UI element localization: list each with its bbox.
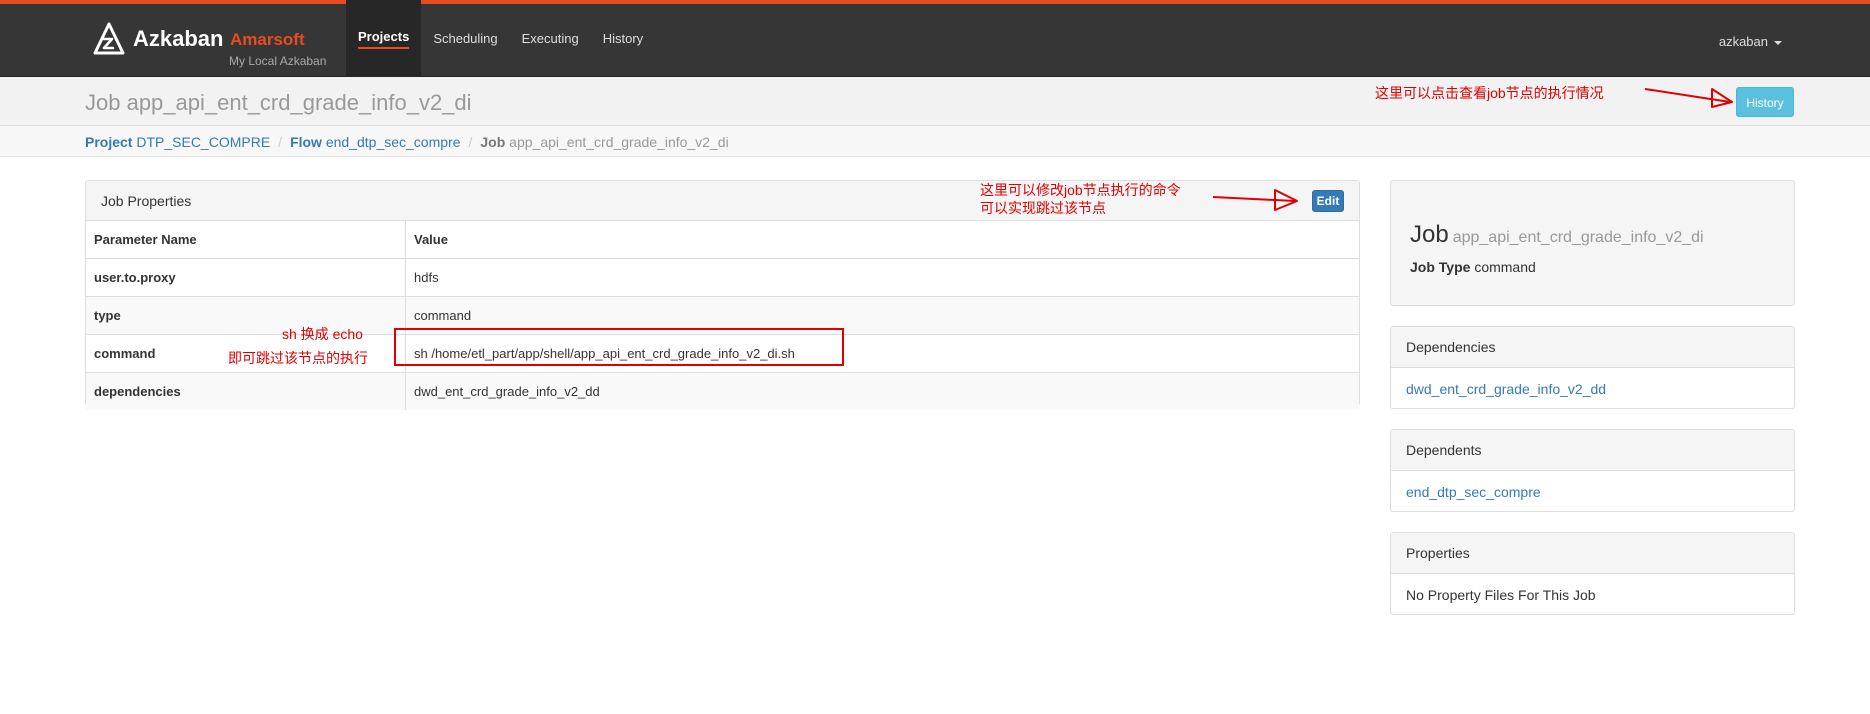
breadcrumb-bar: Project DTP_SEC_COMPRE / Flow end_dtp_sec_… <box>0 126 1870 157</box>
user-name: azkaban <box>1718 34 1768 49</box>
edit-annotation-line1: 这里可以修改job节点执行的命令 <box>980 182 1181 198</box>
nav-history-label: History <box>602 31 644 46</box>
param-value: hdfs <box>405 258 1359 297</box>
column-header-value: Value <box>405 221 1359 259</box>
dependencies-panel: Dependencies dwd_ent_crd_grade_info_v2_d… <box>1390 326 1795 409</box>
nav-history[interactable]: History <box>591 0 655 77</box>
nav-scheduling-label: Scheduling <box>433 31 498 46</box>
job-properties-title: Job Properties <box>101 193 192 209</box>
breadcrumb-project[interactable]: Project DTP_SEC_COMPRE <box>85 134 270 150</box>
nav-executing[interactable]: Executing <box>510 0 591 77</box>
breadcrumb-flow[interactable]: Flow end_dtp_sec_compre <box>290 134 460 150</box>
job-summary-panel: Job app_api_ent_crd_grade_info_v2_di Job … <box>1390 180 1795 306</box>
dependencies-heading: Dependencies <box>1391 327 1794 368</box>
azkaban-logo-icon <box>93 22 125 55</box>
command-annotation-line2: 即可跳过该节点的执行 <box>228 350 368 366</box>
breadcrumb-flow-label: Flow <box>290 134 322 150</box>
nav-scheduling[interactable]: Scheduling <box>421 0 509 77</box>
dependent-link[interactable]: end_dtp_sec_compre <box>1406 484 1541 500</box>
breadcrumb-separator: / <box>468 134 473 150</box>
job-type: Job Type command <box>1410 259 1536 275</box>
breadcrumb-project-label: Project <box>85 134 133 150</box>
dependency-link[interactable]: dwd_ent_crd_grade_info_v2_dd <box>1406 381 1606 397</box>
property-files-empty: No Property Files For This Job <box>1406 587 1596 603</box>
property-files-title: Properties <box>1406 545 1470 561</box>
breadcrumb-job-name: app_api_ent_crd_grade_info_v2_di <box>509 134 729 150</box>
nav-executing-label: Executing <box>521 31 579 46</box>
job-summary-name: app_api_ent_crd_grade_info_v2_di <box>1452 229 1704 246</box>
brand-sub: Amarsoft <box>230 30 305 49</box>
breadcrumb: Project DTP_SEC_COMPRE / Flow end_dtp_sec_… <box>85 134 729 150</box>
param-name: dependencies <box>86 372 406 410</box>
command-highlight-box <box>394 328 844 366</box>
page-title: Job app_api_ent_crd_grade_info_v2_di <box>85 90 472 115</box>
breadcrumb-project-name: DTP_SEC_COMPRE <box>136 134 271 150</box>
history-button[interactable]: History <box>1736 87 1794 117</box>
breadcrumb-job-label: Job <box>480 134 506 150</box>
job-summary-heading: Job app_api_ent_crd_grade_info_v2_di <box>1410 221 1704 249</box>
column-header-parameter: Parameter Name <box>86 221 406 259</box>
brand-name: Azkaban <box>133 26 224 51</box>
job-type-value: command <box>1474 259 1536 275</box>
nav-projects[interactable]: Projects <box>346 0 422 77</box>
main-nav: Projects Scheduling Executing History <box>346 0 655 77</box>
breadcrumb-separator: / <box>278 134 283 150</box>
history-annotation: 这里可以点击查看job节点的执行情况 <box>1375 85 1604 101</box>
dependents-panel: Dependents end_dtp_sec_compre <box>1390 429 1795 512</box>
job-properties-panel: Job Properties Edit Parameter Name Value… <box>85 180 1360 410</box>
param-value: dwd_ent_crd_grade_info_v2_dd <box>405 372 1359 410</box>
dependencies-title: Dependencies <box>1406 339 1496 355</box>
user-menu[interactable]: azkaban <box>1719 34 1782 49</box>
property-files-panel: Properties No Property Files For This Jo… <box>1390 532 1795 615</box>
property-files-heading: Properties <box>1391 533 1794 574</box>
instance-name: My Local Azkaban <box>229 54 327 68</box>
table-header-row: Parameter Name Value <box>86 221 1359 259</box>
nav-projects-label: Projects <box>358 29 410 49</box>
table-row: user.to.proxy hdfs <box>86 258 1359 297</box>
dependents-heading: Dependents <box>1391 430 1794 471</box>
top-navbar: Azkaban Amarsoft My Local Azkaban Projec… <box>0 0 1870 77</box>
table-row: dependencies dwd_ent_crd_grade_info_v2_d… <box>86 372 1359 410</box>
breadcrumb-flow-name: end_dtp_sec_compre <box>325 134 461 150</box>
properties-table: Parameter Name Value user.to.proxy hdfs … <box>86 221 1359 410</box>
job-word: Job <box>1410 221 1449 248</box>
job-type-label: Job Type <box>1410 259 1471 275</box>
caret-down-icon <box>1774 40 1782 45</box>
param-name: user.to.proxy <box>86 258 406 297</box>
edit-annotation-line2: 可以实现跳过该节点 <box>980 200 1106 216</box>
command-annotation-line1: sh 换成 echo <box>282 326 363 342</box>
dependents-title: Dependents <box>1406 442 1482 458</box>
edit-button[interactable]: Edit <box>1312 190 1344 212</box>
